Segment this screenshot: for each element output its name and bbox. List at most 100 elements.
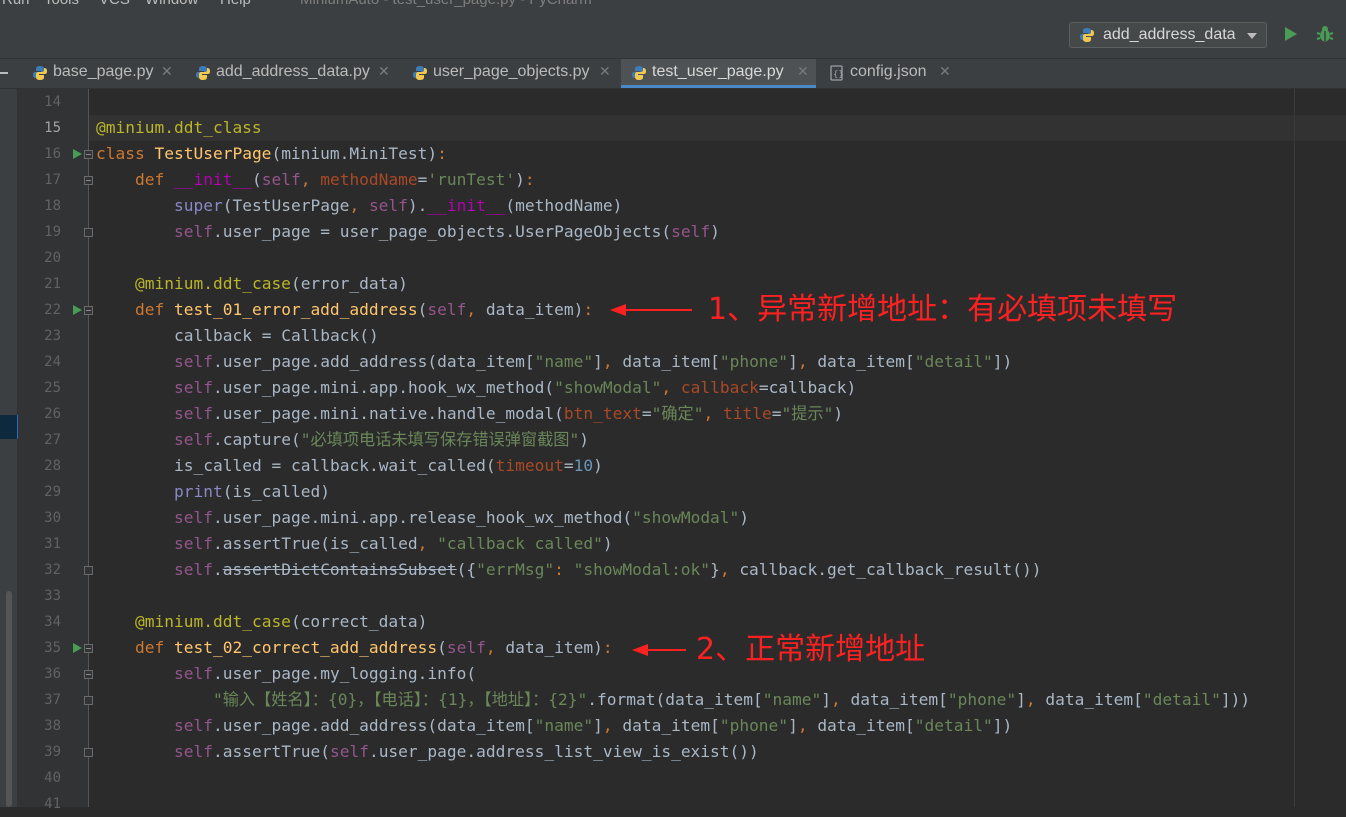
line-number: 24 bbox=[44, 354, 61, 370]
annotation-error-case: 1、异常新增地址：有必填项未填写 bbox=[708, 292, 1178, 327]
current-line-highlight bbox=[89, 115, 1346, 141]
line-number: 36 bbox=[44, 666, 61, 682]
tab-label: config.json bbox=[850, 63, 927, 80]
code-line: self.user_page.my_logging.info( bbox=[174, 664, 477, 683]
run-config-dropdown[interactable]: add_address_data bbox=[1069, 22, 1267, 48]
code-line: self.assertTrue(self.user_page.address_l… bbox=[174, 742, 759, 761]
annotation-arrow-2 bbox=[632, 644, 686, 656]
code-line: self.user_page.mini.app.hook_wx_method("… bbox=[174, 378, 857, 397]
run-icon[interactable] bbox=[1285, 27, 1297, 41]
close-icon[interactable]: ✕ bbox=[939, 63, 951, 80]
run-config-label: add_address_data bbox=[1103, 26, 1236, 43]
line-number: 39 bbox=[44, 744, 61, 760]
menu-run[interactable]: Run bbox=[2, 0, 30, 8]
code-line: def test_01_error_add_address(self, data… bbox=[135, 300, 594, 319]
menu-help[interactable]: Help bbox=[220, 0, 251, 8]
line-number: 25 bbox=[44, 380, 61, 396]
python-icon bbox=[1080, 28, 1094, 42]
line-number: 21 bbox=[44, 276, 61, 292]
code-line: self.assertDictContainsSubset({"errMsg":… bbox=[174, 560, 1042, 579]
run-gutter-icon[interactable] bbox=[73, 643, 82, 653]
line-number: 29 bbox=[44, 484, 61, 500]
line-number: 40 bbox=[44, 770, 61, 786]
annotation-arrow-1 bbox=[610, 304, 692, 316]
structure-marker bbox=[0, 415, 19, 439]
line-number: 23 bbox=[44, 328, 61, 344]
python-file-icon bbox=[413, 66, 427, 80]
run-gutter-icon[interactable] bbox=[73, 305, 82, 315]
line-number: 18 bbox=[44, 198, 61, 214]
annotation-correct-case: 2、正常新增地址 bbox=[696, 632, 926, 667]
code-line: class TestUserPage(minium.MiniTest): bbox=[96, 144, 447, 163]
line-number: 30 bbox=[44, 510, 61, 526]
tab-user-page-objects[interactable]: user_page_objects.py ✕ bbox=[402, 59, 618, 88]
tab-label: test_user_page.py bbox=[652, 63, 784, 80]
menu-tools[interactable]: Tools bbox=[44, 0, 79, 8]
toolbar: add_address_data bbox=[0, 8, 1346, 59]
code-editor[interactable]: @minium.ddt_class class TestUserPage(min… bbox=[89, 89, 1346, 807]
debug-bug-icon[interactable] bbox=[1316, 25, 1334, 43]
code-line: self.capture("必填项电话未填写保存错误弹窗截图") bbox=[174, 430, 589, 449]
line-number: 19 bbox=[44, 224, 61, 240]
window-title: MiniumAuto - test_user_page.py - PyCharm bbox=[300, 0, 592, 8]
code-line: callback = Callback() bbox=[174, 326, 379, 345]
line-number: 16 bbox=[44, 146, 61, 162]
line-number: 14 bbox=[44, 94, 61, 110]
line-number: 15 bbox=[44, 120, 61, 136]
code-line: self.user_page.add_address(data_item["na… bbox=[174, 352, 1013, 371]
line-number: 20 bbox=[44, 250, 61, 266]
line-number: 31 bbox=[44, 536, 61, 552]
close-icon[interactable]: ✕ bbox=[378, 63, 390, 80]
right-margin-guide bbox=[1294, 89, 1295, 807]
code-line: is_called = callback.wait_called(timeout… bbox=[174, 456, 603, 475]
code-line: super(TestUserPage, self).__init__(metho… bbox=[174, 196, 623, 215]
code-line: @minium.ddt_class bbox=[96, 118, 262, 137]
tab-test-user-page[interactable]: test_user_page.py ✕ bbox=[621, 59, 816, 88]
tab-add-address-data[interactable]: add_address_data.py ✕ bbox=[185, 59, 397, 88]
code-line: "输入【姓名】：{0}，【电话】：{1}，【地址】：{2}".format(da… bbox=[213, 690, 1251, 709]
line-number: 26 bbox=[44, 406, 61, 422]
line-number: 33 bbox=[44, 588, 61, 604]
left-scrollbar[interactable] bbox=[6, 591, 12, 807]
tab-label: base_page.py bbox=[53, 63, 154, 80]
line-number: 32 bbox=[44, 562, 61, 578]
python-file-icon bbox=[196, 66, 210, 80]
run-gutter-icon[interactable] bbox=[73, 149, 82, 159]
code-line: @minium.ddt_case(error_data) bbox=[135, 274, 408, 293]
chevron-down-icon bbox=[1247, 33, 1257, 39]
python-file-icon bbox=[33, 66, 47, 80]
tab-base-page[interactable]: base_page.py ✕ bbox=[22, 59, 182, 88]
line-number: 38 bbox=[44, 718, 61, 734]
svg-text:{}: {} bbox=[833, 70, 844, 80]
editor-tab-bar: base_page.py ✕ add_address_data.py ✕ use… bbox=[0, 59, 1346, 89]
menu-vcs[interactable]: VCS bbox=[99, 0, 130, 8]
tab-label: add_address_data.py bbox=[216, 63, 370, 80]
tab-label: user_page_objects.py bbox=[433, 63, 590, 80]
line-number: 22 bbox=[44, 302, 61, 318]
code-line: self.user_page.add_address(data_item["na… bbox=[174, 716, 1013, 735]
editor-gutter: 14 15 16 17 18 19 20 21 22 23 24 25 26 2… bbox=[18, 89, 93, 812]
line-number: 34 bbox=[44, 614, 61, 630]
python-file-icon bbox=[632, 66, 646, 80]
code-line: @minium.ddt_case(correct_data) bbox=[135, 612, 428, 631]
line-number: 35 bbox=[44, 640, 61, 656]
code-line: def test_02_correct_add_address(self, da… bbox=[135, 638, 613, 657]
tab-config-json[interactable]: {} config.json ✕ bbox=[819, 59, 959, 88]
line-number: 28 bbox=[44, 458, 61, 474]
close-icon[interactable]: ✕ bbox=[599, 63, 611, 80]
code-line: def __init__(self, methodName='runTest')… bbox=[135, 170, 535, 189]
close-icon[interactable]: ✕ bbox=[161, 63, 173, 80]
json-file-icon: {} bbox=[830, 65, 844, 81]
code-line: self.user_page.mini.native.handle_modal(… bbox=[174, 404, 844, 423]
tab-scroll-left-icon[interactable] bbox=[0, 72, 8, 74]
menu-window[interactable]: Window bbox=[145, 0, 198, 8]
menu-bar: Run Tools VCS Window Help MiniumAuto - t… bbox=[0, 0, 1346, 8]
line-number: 17 bbox=[44, 172, 61, 188]
close-icon[interactable]: ✕ bbox=[797, 63, 809, 80]
code-line: self.assertTrue(is_called, "callback cal… bbox=[174, 534, 613, 553]
line-number: 37 bbox=[44, 692, 61, 708]
code-line: print(is_called) bbox=[174, 482, 330, 501]
code-line: self.user_page.mini.app.release_hook_wx_… bbox=[174, 508, 750, 527]
line-number: 27 bbox=[44, 432, 61, 448]
line-number: 41 bbox=[44, 796, 61, 812]
